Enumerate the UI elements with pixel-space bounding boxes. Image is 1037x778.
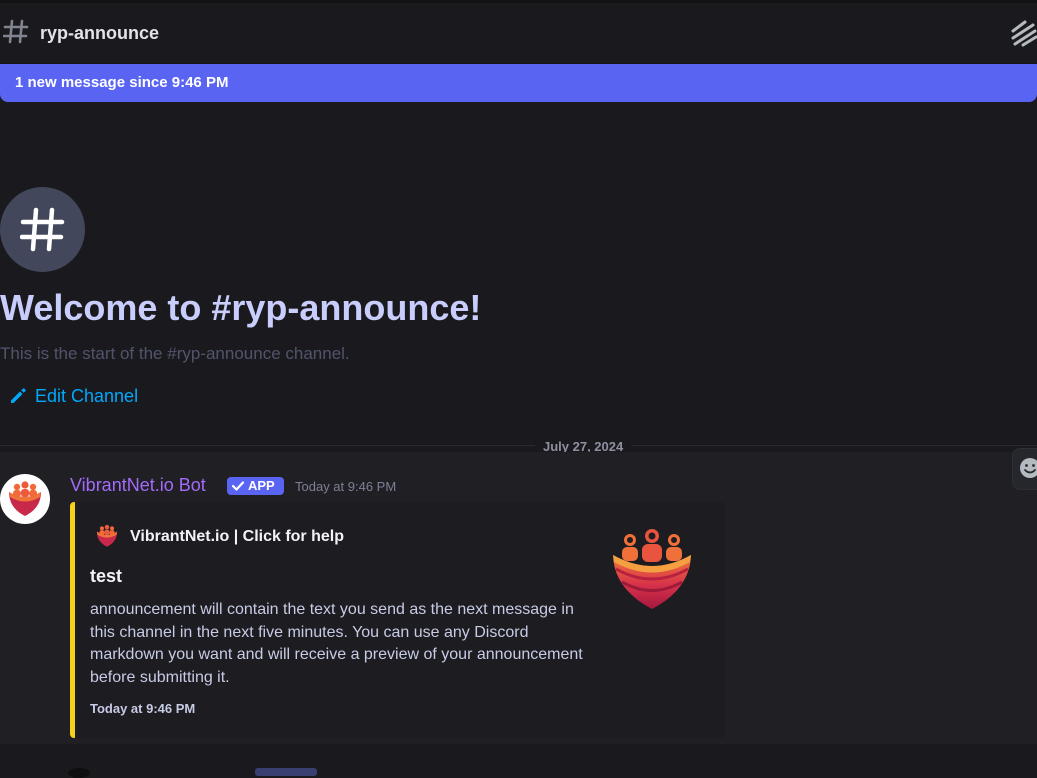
threads-icon[interactable] — [1009, 17, 1037, 49]
hash-icon — [3, 19, 29, 44]
app-badge: APP — [227, 477, 284, 495]
checkmark-icon — [232, 481, 244, 491]
pencil-icon — [11, 388, 26, 403]
embed-title: test — [90, 566, 123, 586]
new-messages-text: 1 new message since 9:46 PM — [15, 74, 229, 91]
channel-header: ryp-announce — [0, 3, 1037, 64]
vibrantnet-logo-icon — [9, 481, 41, 516]
embed-thumbnail[interactable] — [610, 527, 694, 611]
next-message-avatar — [68, 768, 90, 778]
message-author[interactable]: VibrantNet.io Bot — [70, 474, 206, 496]
emoji-icon — [1020, 458, 1037, 478]
channel-title: ryp-announce — [40, 23, 160, 43]
add-reaction-button[interactable] — [1012, 448, 1037, 490]
message-item[interactable]: VibrantNet.io Bot APP Today at 9:46 PM V… — [0, 452, 1037, 744]
message-timestamp[interactable]: Today at 9:46 PM — [295, 479, 396, 495]
vibrantnet-logo-icon — [96, 524, 118, 547]
embed-footer: Today at 9:46 PM — [90, 701, 196, 716]
message-embed: VibrantNet.io | Click for help test anno… — [70, 502, 725, 738]
next-message-partial — [0, 744, 1037, 778]
app-badge-label: APP — [248, 478, 275, 493]
welcome-heading: Welcome to #ryp-announce! — [0, 287, 482, 328]
embed-description: announcement will contain the text you s… — [90, 601, 583, 686]
hash-icon — [20, 207, 65, 252]
next-message-badge — [255, 768, 317, 776]
embed-author-link[interactable]: VibrantNet.io | Click for help — [130, 527, 344, 546]
date-divider — [0, 445, 1037, 446]
bot-avatar[interactable] — [0, 474, 50, 524]
channel-start-text: This is the start of the #ryp-announce c… — [0, 344, 350, 363]
edit-channel-label: Edit Channel — [35, 386, 139, 406]
channel-welcome-icon — [0, 187, 85, 272]
new-messages-bar[interactable]: 1 new message since 9:46 PM — [0, 64, 1037, 102]
